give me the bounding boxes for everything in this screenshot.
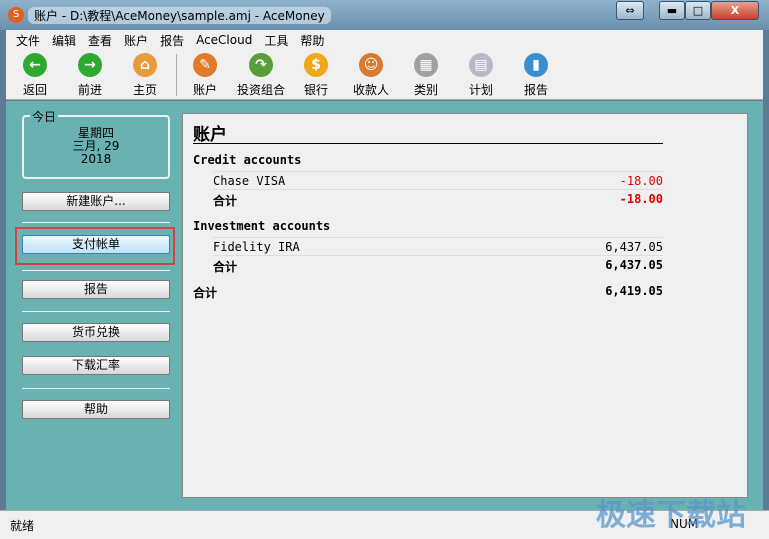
window-title: 账户 - D:\教程\AceMoney\sample.amj - AceMone…	[28, 7, 331, 24]
divider	[22, 270, 170, 271]
account-row[interactable]: Fidelity IRA 6,437.05	[213, 237, 663, 255]
minimize-button[interactable]: ▬	[659, 1, 685, 20]
currency-exchange-button[interactable]: 货币兑换	[22, 323, 170, 342]
group-header: Credit accounts	[193, 153, 302, 167]
account-book-icon: ✎	[193, 53, 217, 77]
accounts-panel: 账户 Credit accounts Chase VISA -18.00 合计 -1…	[182, 113, 748, 498]
toolbar-button-9[interactable]: ▮ 报告	[511, 53, 561, 98]
toolbar-label: 主页	[132, 83, 157, 97]
menu-account[interactable]: 账户	[118, 32, 154, 49]
toolbar-button-1[interactable]: → 前进	[65, 53, 115, 98]
account-row[interactable]: Chase VISA -18.00	[213, 171, 663, 189]
toolbar-button-0[interactable]: ← 返回	[10, 53, 60, 98]
toolbar-label: 投资组合	[236, 83, 285, 97]
help-button[interactable]: 帮助	[22, 400, 170, 419]
reports-button[interactable]: 报告	[22, 280, 170, 299]
download-rates-button[interactable]: 下载汇率	[22, 356, 170, 375]
group-total-row: 合计 6,437.05	[213, 255, 663, 274]
menu-view[interactable]: 查看	[82, 32, 118, 49]
category-icon: ▦	[414, 53, 438, 77]
toolbar-label: 账户	[192, 83, 217, 97]
toolbar-label: 前进	[77, 83, 102, 97]
toolbar: ← 返回 → 前进 ⌂ 主页 ✎ 账户 ↷ 投资组合 $ 银行 ☺ 收款人 ▦ 类别 ▤ 计划 ▮ 报告	[6, 50, 763, 100]
watermark: 极速下载站	[596, 498, 746, 533]
toolbar-label: 类别	[413, 83, 438, 97]
report-chart-icon: ▮	[524, 53, 548, 77]
main-area: 今日 星期四 三月, 29 2018 新建账户... 支付帐单 报告 货币兑换 …	[6, 101, 763, 510]
divider	[22, 222, 170, 223]
pay-bills-button[interactable]: 支付帐单	[22, 235, 170, 254]
toolbar-button-2[interactable]: ⌂ 主页	[120, 53, 170, 98]
back-arrow-icon: ←	[23, 53, 47, 77]
new-account-button[interactable]: 新建账户...	[22, 192, 170, 211]
restore-size-button[interactable]: ⇔	[616, 1, 644, 20]
menu-file[interactable]: 文件	[10, 32, 46, 49]
close-button[interactable]: X	[711, 1, 759, 20]
portfolio-icon: ↷	[249, 53, 273, 77]
status-text: 就绪	[10, 519, 35, 533]
toolbar-label: 银行	[303, 83, 328, 97]
toolbar-label: 计划	[468, 83, 493, 97]
today-box: 今日 星期四 三月, 29 2018	[22, 108, 170, 179]
menu-report[interactable]: 报告	[154, 32, 190, 49]
toolbar-separator	[176, 54, 177, 96]
toolbar-button-8[interactable]: ▤ 计划	[456, 53, 506, 98]
forward-arrow-icon: →	[78, 53, 102, 77]
toolbar-button-7[interactable]: ▦ 类别	[401, 53, 451, 98]
app-icon: S	[8, 7, 24, 23]
toolbar-label: 返回	[22, 83, 47, 97]
group-header: Investment accounts	[193, 219, 331, 233]
page-title: 账户	[193, 125, 227, 145]
menu-tools[interactable]: 工具	[258, 32, 294, 49]
title-bar: S 账户 - D:\教程\AceMoney\sample.amj - AceMo…	[0, 0, 769, 30]
toolbar-button-5[interactable]: $ 银行	[291, 53, 341, 98]
toolbar-button-4[interactable]: ↷ 投资组合	[236, 53, 286, 98]
divider	[22, 311, 170, 312]
bank-coin-icon: $	[304, 53, 328, 77]
maximize-button[interactable]: □	[685, 1, 711, 20]
toolbar-label: 报告	[523, 83, 548, 97]
menu-edit[interactable]: 编辑	[46, 32, 82, 49]
title-underline	[193, 143, 663, 144]
toolbar-button-6[interactable]: ☺ 收款人	[346, 53, 396, 98]
today-label: 今日	[30, 108, 59, 125]
home-icon: ⌂	[133, 53, 157, 77]
menu-bar: 文件 编辑 查看 账户 报告 AceCloud 工具 帮助	[6, 30, 763, 50]
menu-acecloud[interactable]: AceCloud	[190, 33, 258, 47]
payee-icon: ☺	[359, 53, 383, 77]
toolbar-button-3[interactable]: ✎ 账户	[180, 53, 230, 98]
grand-total-row: 合计 6,419.05	[193, 284, 663, 300]
menu-help[interactable]: 帮助	[294, 32, 330, 49]
year: 2018	[80, 152, 112, 166]
toolbar-label: 收款人	[352, 83, 389, 97]
group-total-row: 合计 -18.00	[213, 189, 663, 208]
divider	[22, 388, 170, 389]
calendar-icon: ▤	[469, 53, 493, 77]
